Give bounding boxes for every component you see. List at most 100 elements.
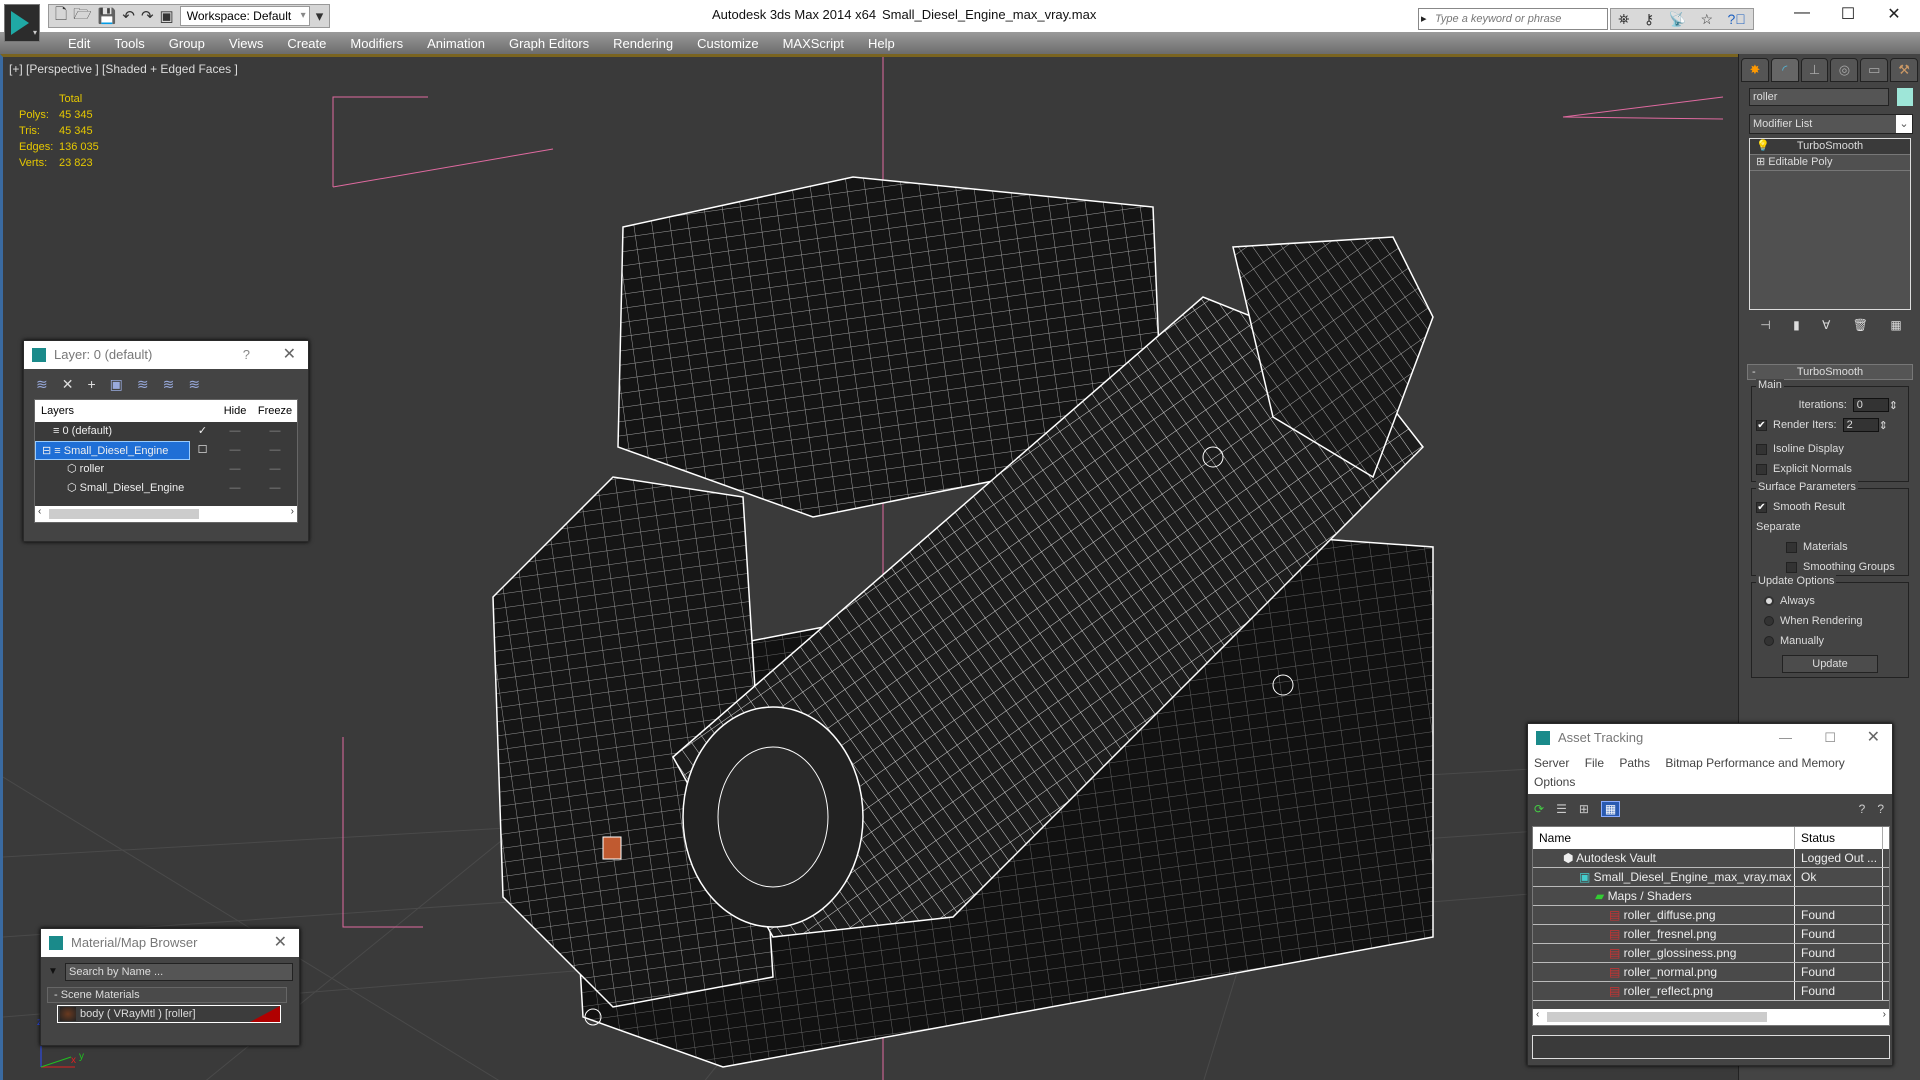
column-freeze[interactable]: Freeze bbox=[255, 400, 295, 422]
material-search-input[interactable]: Search by Name ... bbox=[48, 963, 293, 981]
hide-toggle[interactable]: — bbox=[215, 460, 255, 479]
display-tab-icon[interactable]: ▭ bbox=[1860, 58, 1889, 82]
hierarchy-tab-icon[interactable]: ⊥ bbox=[1800, 58, 1829, 82]
layer-horizontal-scrollbar[interactable]: ‹ › bbox=[35, 506, 297, 522]
update-button[interactable]: Update bbox=[1782, 655, 1878, 673]
menu-bitmap-performance[interactable]: Bitmap Performance and Memory bbox=[1665, 756, 1844, 770]
show-end-result-icon[interactable]: ▮ bbox=[1793, 318, 1800, 332]
configure-modifier-sets-icon[interactable]: ▦ bbox=[1890, 318, 1901, 332]
rollout-header[interactable]: - TurboSmooth bbox=[1747, 364, 1913, 380]
help-search-icon[interactable]: ? bbox=[1859, 802, 1866, 816]
isoline-display-checkbox[interactable] bbox=[1756, 443, 1767, 455]
menu-graph-editors[interactable]: Graph Editors bbox=[497, 36, 601, 51]
object-color-swatch[interactable] bbox=[1897, 88, 1913, 106]
layer-object-row[interactable]: ⬡ Small_Diesel_Engine — — bbox=[35, 479, 297, 498]
menu-edit[interactable]: Edit bbox=[56, 36, 102, 51]
new-file-icon[interactable]: 🗋 bbox=[55, 4, 67, 29]
layer-object-row[interactable]: ⬡ roller — — bbox=[35, 460, 297, 479]
make-unique-icon[interactable]: ∀ bbox=[1822, 318, 1830, 332]
hide-unhide-all-icon[interactable]: ≋ bbox=[163, 376, 175, 393]
column-name[interactable]: Name bbox=[1533, 827, 1795, 849]
table-view-icon[interactable]: ▦ bbox=[1600, 801, 1621, 817]
delete-layer-icon[interactable]: ✕ bbox=[62, 376, 74, 393]
stack-item-turbosmooth[interactable]: 💡 TurboSmooth bbox=[1750, 139, 1910, 155]
maximize-button[interactable]: ☐ bbox=[1824, 724, 1836, 752]
minimize-button[interactable]: — bbox=[1782, 4, 1822, 22]
menu-animation[interactable]: Animation bbox=[415, 36, 497, 51]
asset-row[interactable]: ▤ roller_normal.png Found bbox=[1533, 963, 1889, 982]
material-browser-titlebar[interactable]: Material/Map Browser ✕ bbox=[41, 929, 299, 957]
asset-row[interactable]: ⬢ Autodesk Vault Logged Out ... bbox=[1533, 849, 1889, 868]
asset-row[interactable]: ▣ Small_Diesel_Engine_max_vray.max Ok bbox=[1533, 868, 1889, 887]
when-rendering-radio[interactable] bbox=[1764, 616, 1774, 626]
column-status[interactable]: Status bbox=[1795, 827, 1883, 849]
freeze-toggle[interactable]: — bbox=[255, 460, 295, 479]
close-layer-window-button[interactable]: ✕ bbox=[283, 341, 296, 369]
menu-help[interactable]: Help bbox=[856, 36, 907, 51]
menu-options[interactable]: Options bbox=[1534, 775, 1575, 789]
material-item[interactable]: body ( VRayMtl ) [roller] bbox=[57, 1005, 281, 1023]
save-icon[interactable]: 💾 bbox=[98, 7, 117, 25]
menu-group[interactable]: Group bbox=[157, 36, 217, 51]
asset-row[interactable]: ▤ roller_diffuse.png Found bbox=[1533, 906, 1889, 925]
menu-customize[interactable]: Customize bbox=[685, 36, 770, 51]
layer-row[interactable]: ≡ 0 (default) ✓ — — bbox=[35, 422, 297, 441]
app-menu-button[interactable]: ▾ bbox=[4, 4, 40, 42]
layer-row[interactable]: ⊟ ≡ Small_Diesel_Engine ☐ — — bbox=[35, 441, 297, 460]
lightbulb-icon[interactable]: 💡 bbox=[1756, 139, 1770, 154]
freeze-toggle[interactable]: — bbox=[255, 422, 295, 441]
menu-server[interactable]: Server bbox=[1534, 756, 1569, 770]
column-layers[interactable]: Layers bbox=[35, 400, 190, 422]
menu-paths[interactable]: Paths bbox=[1619, 756, 1650, 770]
help-button[interactable]: ? bbox=[243, 341, 250, 369]
create-layer-icon[interactable]: ≋ bbox=[36, 376, 48, 393]
freeze-unfreeze-all-icon[interactable]: ≋ bbox=[188, 376, 200, 393]
close-button[interactable]: ✕ bbox=[1874, 4, 1914, 24]
list-view-icon[interactable]: ☰ bbox=[1556, 802, 1567, 816]
remove-modifier-icon[interactable]: 🗑 bbox=[1853, 318, 1868, 332]
hide-toggle[interactable]: — bbox=[215, 479, 255, 498]
menu-modifiers[interactable]: Modifiers bbox=[338, 36, 415, 51]
object-name-field[interactable]: roller bbox=[1749, 88, 1889, 106]
current-layer-check[interactable]: ✓ bbox=[190, 422, 215, 441]
explicit-normals-checkbox[interactable] bbox=[1756, 463, 1767, 475]
scroll-left-icon[interactable]: ‹ bbox=[1536, 1009, 1539, 1020]
create-tab-icon[interactable]: ✸ bbox=[1741, 58, 1769, 82]
asset-row[interactable]: ▤ roller_reflect.png Found bbox=[1533, 982, 1889, 1001]
refresh-icon[interactable]: ⟳ bbox=[1534, 802, 1544, 816]
collapse-icon[interactable]: ⊟ bbox=[42, 445, 54, 457]
minimize-button[interactable]: — bbox=[1779, 724, 1792, 752]
utilities-tab-icon[interactable]: ⚒ bbox=[1890, 58, 1918, 82]
select-objects-in-layer-icon[interactable]: ▣ bbox=[110, 376, 123, 393]
pin-stack-icon[interactable]: ⊣ bbox=[1760, 318, 1770, 332]
manually-radio[interactable] bbox=[1764, 636, 1774, 646]
communication-center-icon[interactable]: 📡 bbox=[1669, 11, 1686, 28]
customize-qat-icon[interactable]: ▾ bbox=[316, 7, 324, 25]
close-material-browser-button[interactable]: ✕ bbox=[274, 929, 287, 957]
asset-horizontal-scrollbar[interactable]: ‹ › bbox=[1533, 1009, 1889, 1025]
stack-item-editable-poly[interactable]: ⊞ Editable Poly bbox=[1750, 155, 1910, 171]
engine-wireframe-model[interactable] bbox=[473, 117, 1473, 1077]
close-asset-tracking-button[interactable]: ✕ bbox=[1867, 724, 1880, 752]
menu-views[interactable]: Views bbox=[217, 36, 275, 51]
asset-path-field[interactable] bbox=[1532, 1035, 1890, 1059]
scrollbar-thumb[interactable] bbox=[49, 509, 199, 519]
spinner-arrows-icon[interactable]: ⇕ bbox=[1879, 419, 1888, 432]
render-iters-spinner[interactable]: 2 bbox=[1842, 418, 1879, 432]
menu-file[interactable]: File bbox=[1585, 756, 1604, 770]
hide-toggle[interactable]: — bbox=[215, 422, 255, 441]
project-folder-icon[interactable]: ▣ bbox=[160, 7, 174, 25]
column-hide[interactable]: Hide bbox=[215, 400, 255, 422]
add-to-layer-icon[interactable]: + bbox=[87, 376, 95, 392]
help-icon[interactable]: ?⃝ bbox=[1727, 11, 1745, 27]
scroll-right-icon[interactable]: › bbox=[1883, 1009, 1886, 1020]
separate-smoothing-groups-checkbox[interactable] bbox=[1786, 561, 1797, 573]
favorites-star-icon[interactable]: ☆ bbox=[1700, 11, 1713, 28]
viewport-label[interactable]: [+] [Perspective ] [Shaded + Edged Faces… bbox=[9, 62, 238, 76]
menu-maxscript[interactable]: MAXScript bbox=[771, 36, 856, 51]
scroll-right-icon[interactable]: › bbox=[291, 506, 294, 517]
smooth-result-checkbox[interactable]: ✔ bbox=[1756, 501, 1767, 513]
open-file-icon[interactable]: 🗁 bbox=[73, 4, 92, 29]
modify-tab-icon[interactable]: ◜ bbox=[1770, 58, 1799, 82]
infocenter-search-input[interactable]: Type a keyword or phrase bbox=[1418, 8, 1608, 30]
